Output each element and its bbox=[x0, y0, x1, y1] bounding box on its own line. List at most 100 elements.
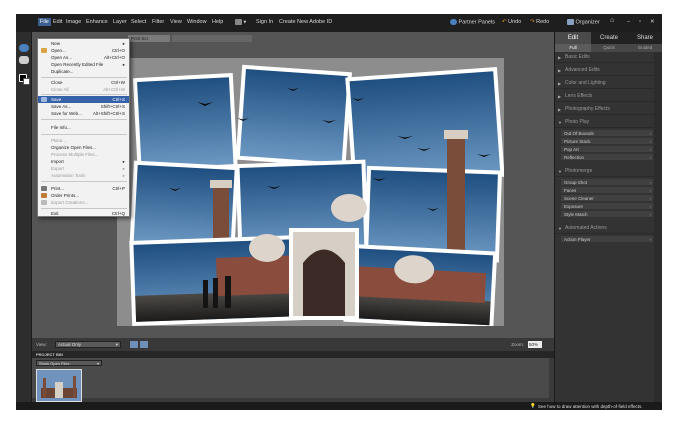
sign-in-link[interactable]: Sign In bbox=[256, 19, 273, 25]
organizer-button[interactable]: Organizer bbox=[567, 19, 600, 25]
menu-image[interactable]: Image bbox=[66, 19, 81, 25]
menu-item-label: Save for Web... bbox=[51, 111, 82, 116]
menu-item-print[interactable]: Print... Ctrl+P bbox=[38, 185, 129, 192]
project-bin-thumbnail[interactable] bbox=[36, 369, 82, 402]
menu-item-new[interactable]: New ▸ bbox=[38, 40, 129, 47]
menu-item-label: Automation Tools bbox=[51, 173, 86, 178]
menu-item-automation-tools[interactable]: Automation Tools ▸ bbox=[38, 172, 129, 179]
home-icon[interactable]: ⌂ bbox=[610, 17, 614, 24]
menu-item-save[interactable]: Save Ctrl+S bbox=[38, 96, 129, 103]
subtab-quick[interactable]: Quick bbox=[591, 44, 627, 52]
menu-item-process-multiple[interactable]: Process Multiple Files... bbox=[38, 151, 129, 158]
menu-edit[interactable]: Edit bbox=[53, 19, 62, 25]
create-adobe-id-link[interactable]: Create New Adobe ID bbox=[279, 19, 332, 25]
menu-item-organize-open-files[interactable]: Organize Open Files... bbox=[38, 144, 129, 151]
item-picture-stack[interactable]: Picture Stack › bbox=[561, 138, 653, 145]
tip-text[interactable]: See how to draw attention with depth-of-… bbox=[538, 404, 642, 409]
menu-item-label: Close All bbox=[51, 87, 69, 92]
menu-view[interactable]: View bbox=[170, 19, 182, 25]
menu-item-order-prints[interactable]: Order Prints... bbox=[38, 192, 129, 199]
zoom-tool-icon[interactable] bbox=[19, 44, 29, 52]
menu-item-label: Export Creations... bbox=[51, 200, 89, 205]
section-label: Basic Edits bbox=[565, 54, 590, 60]
menu-item-save-for-web[interactable]: Save for Web... Alt+Shift+Ctrl+S bbox=[38, 110, 129, 117]
project-bin: Show Open Files ▾ bbox=[32, 358, 554, 402]
menu-item-import[interactable]: Import ▸ bbox=[38, 158, 129, 165]
section-color-lighting[interactable]: ▶ Color and Lighting bbox=[555, 78, 655, 89]
menu-help[interactable]: Help bbox=[212, 19, 223, 25]
menu-separator bbox=[41, 119, 127, 120]
canvas-image[interactable] bbox=[117, 58, 504, 326]
background-color-icon[interactable] bbox=[23, 78, 30, 85]
section-label: Photomerge bbox=[565, 168, 593, 174]
menu-item-close-all[interactable]: Close All Alt+Ctrl+W bbox=[38, 86, 129, 93]
partner-panels-button[interactable]: Partner Panels bbox=[450, 19, 495, 25]
item-reflection[interactable]: Reflection › bbox=[561, 154, 653, 161]
menu-item-exit[interactable]: Exit Ctrl+Q bbox=[38, 210, 129, 217]
view-select[interactable]: Actual Only ▾ bbox=[55, 341, 121, 348]
panel-scrollbar[interactable] bbox=[654, 52, 662, 402]
section-photo-play[interactable]: ▼ Photo Play bbox=[555, 117, 655, 128]
menu-item-open-as[interactable]: Open As... Alt+Ctrl+O bbox=[38, 54, 129, 61]
maximize-icon[interactable]: ▫ bbox=[639, 19, 641, 25]
menu-item-place[interactable]: Place... bbox=[38, 137, 129, 144]
menu-item-save-as[interactable]: Save As... Shift+Ctrl+S bbox=[38, 103, 129, 110]
section-lens-effects[interactable]: ▶ Lens Effects bbox=[555, 91, 655, 102]
item-exposure[interactable]: Exposure › bbox=[561, 203, 653, 210]
item-label: Exposure bbox=[564, 204, 584, 209]
menu-layer[interactable]: Layer bbox=[113, 19, 127, 25]
tools-panel bbox=[16, 32, 32, 402]
item-label: Picture Stack bbox=[564, 139, 591, 144]
section-photography-effects[interactable]: ▶ Photography Effects bbox=[555, 104, 655, 115]
save-disk-icon bbox=[41, 97, 47, 102]
redo-button[interactable]: ↷ Redo bbox=[530, 19, 549, 25]
project-bin-header[interactable]: PROJECT BIN bbox=[32, 351, 554, 358]
menu-item-open-recent[interactable]: Open Recently Edited File ▸ bbox=[38, 61, 129, 68]
subtab-guided[interactable]: Guided bbox=[627, 44, 662, 52]
menu-enhance[interactable]: Enhance bbox=[86, 19, 108, 25]
layout-icon-1[interactable] bbox=[130, 341, 138, 348]
menu-item-shortcut: Ctrl+Q bbox=[111, 211, 125, 216]
menu-window[interactable]: Window bbox=[187, 19, 207, 25]
edit-subtabs: Full Quick Guided bbox=[555, 44, 662, 52]
document-tab[interactable]: Print Scr bbox=[128, 35, 170, 42]
menu-filter[interactable]: Filter bbox=[152, 19, 164, 25]
view-status-bar: View: Actual Only ▾ Zoom: 50% bbox=[32, 338, 554, 351]
section-automated-actions[interactable]: ▼ Automated Actions bbox=[555, 223, 655, 234]
menu-item-file-info[interactable]: File Info... bbox=[38, 124, 129, 131]
menu-item-open[interactable]: Open... Ctrl+O bbox=[38, 47, 129, 54]
hand-tool-icon[interactable] bbox=[19, 56, 29, 64]
tab-share[interactable]: Share bbox=[627, 32, 662, 44]
menu-item-export[interactable]: Export ▸ bbox=[38, 165, 129, 172]
tab-create[interactable]: Create bbox=[591, 32, 627, 44]
item-out-of-bounds[interactable]: Out Of Bounds › bbox=[561, 130, 653, 137]
item-action-player[interactable]: Action Player › bbox=[561, 236, 653, 243]
project-bin-select[interactable]: Show Open Files ▾ bbox=[36, 360, 102, 366]
submenu-arrow-icon: ▸ bbox=[122, 166, 125, 171]
menu-file[interactable]: File bbox=[38, 18, 51, 26]
subtab-full[interactable]: Full bbox=[555, 44, 591, 52]
layout-icon-2[interactable] bbox=[140, 341, 148, 348]
tab-edit[interactable]: Edit bbox=[555, 32, 591, 44]
zoom-field[interactable]: 50% bbox=[528, 341, 542, 348]
item-faces[interactable]: Faces › bbox=[561, 187, 653, 194]
item-group-shot[interactable]: Group Shot › bbox=[561, 179, 653, 186]
minimize-icon[interactable]: – bbox=[627, 19, 630, 25]
workspace-icon[interactable]: ▾ bbox=[235, 19, 246, 25]
item-pop-art[interactable]: Pop Art › bbox=[561, 146, 653, 153]
section-photomerge[interactable]: ▼ Photomerge bbox=[555, 166, 655, 177]
organizer-label: Organizer bbox=[575, 19, 600, 26]
close-icon[interactable]: ✕ bbox=[650, 19, 655, 25]
menu-item-duplicate[interactable]: Duplicate... bbox=[38, 68, 129, 75]
undo-button[interactable]: ↶ Undo bbox=[502, 19, 521, 25]
section-basic-edits[interactable]: ▶ Basic Edits bbox=[555, 52, 655, 63]
item-scene-cleaner[interactable]: Scene Cleaner › bbox=[561, 195, 653, 202]
menu-select[interactable]: Select bbox=[131, 19, 146, 25]
menu-item-close[interactable]: Close Ctrl+W bbox=[38, 79, 129, 86]
item-label: Out Of Bounds bbox=[564, 131, 594, 136]
chevron-right-icon: › bbox=[649, 180, 651, 185]
menu-item-export-creations[interactable]: Export Creations... bbox=[38, 199, 129, 206]
menu-item-label: Save As... bbox=[51, 104, 72, 109]
section-advanced-edits[interactable]: ▶ Advanced Edits bbox=[555, 65, 655, 76]
item-style-match[interactable]: Style Match › bbox=[561, 211, 653, 218]
